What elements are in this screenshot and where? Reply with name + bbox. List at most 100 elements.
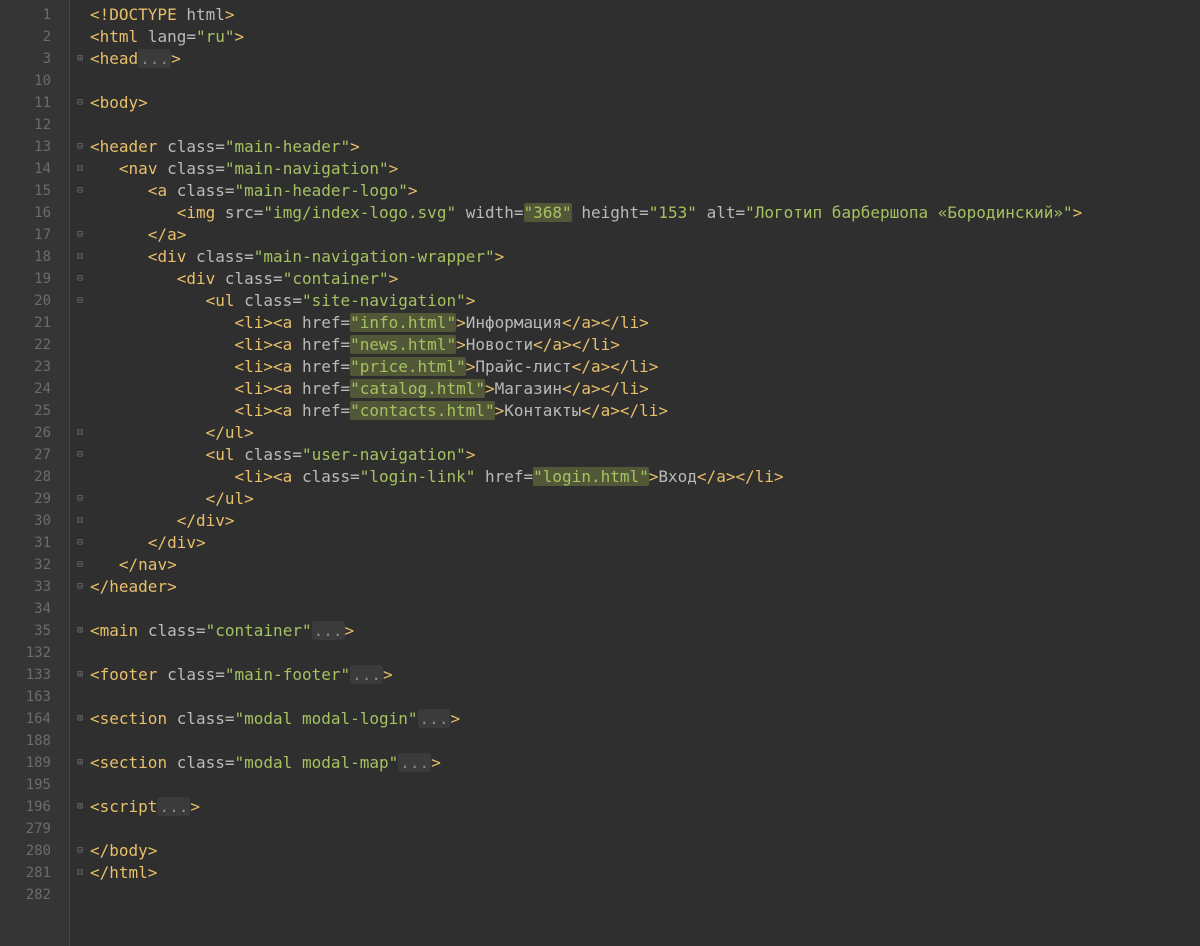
code-line[interactable]: <html lang="ru"> xyxy=(90,26,1200,48)
code-editor[interactable]: 1231011121314151617181920212223242526272… xyxy=(0,0,1200,946)
code-line[interactable]: <section class="modal modal-map"...> xyxy=(90,752,1200,774)
code-line[interactable]: <ul class="user-navigation"> xyxy=(90,444,1200,466)
code-line[interactable]: </header> xyxy=(90,576,1200,598)
token-a: href xyxy=(302,357,341,376)
line-number: 24 xyxy=(0,378,69,400)
fold-collapse-icon[interactable]: ⊟ xyxy=(70,422,90,444)
code-line[interactable]: <footer class="main-footer"...> xyxy=(90,664,1200,686)
code-line[interactable]: </nav> xyxy=(90,554,1200,576)
token-t: a xyxy=(283,379,302,398)
code-line[interactable] xyxy=(90,598,1200,620)
code-line[interactable]: </ul> xyxy=(90,488,1200,510)
fold-collapse-icon[interactable]: ⊟ xyxy=(70,92,90,114)
fold-collapse-icon[interactable]: ⊟ xyxy=(70,576,90,598)
fold-collapse-icon[interactable]: ⊟ xyxy=(70,840,90,862)
code-line[interactable] xyxy=(90,642,1200,664)
token-fold: ... xyxy=(312,621,345,640)
fold-collapse-icon[interactable]: ⊟ xyxy=(70,136,90,158)
code-line[interactable] xyxy=(90,884,1200,906)
code-line[interactable]: <li><a href="catalog.html">Магазин</a></… xyxy=(90,378,1200,400)
token-t: a xyxy=(283,313,302,332)
fold-empty xyxy=(70,400,90,422)
code-line[interactable]: </div> xyxy=(90,510,1200,532)
fold-collapse-icon[interactable]: ⊟ xyxy=(70,268,90,290)
code-line[interactable]: <img src="img/index-logo.svg" width="368… xyxy=(90,202,1200,224)
code-line[interactable]: <li><a href="news.html">Новости</a></li> xyxy=(90,334,1200,356)
fold-collapse-icon[interactable]: ⊟ xyxy=(70,158,90,180)
code-line[interactable]: </a> xyxy=(90,224,1200,246)
fold-collapse-icon[interactable]: ⊟ xyxy=(70,246,90,268)
token-p: > xyxy=(649,357,659,376)
code-line[interactable]: </ul> xyxy=(90,422,1200,444)
code-line[interactable]: <ul class="site-navigation"> xyxy=(90,290,1200,312)
code-area[interactable]: <!DOCTYPE html><html lang="ru"><head...>… xyxy=(90,0,1200,906)
code-line[interactable] xyxy=(90,70,1200,92)
token-sh: "price.html" xyxy=(350,357,466,376)
token-p: > xyxy=(408,181,418,200)
token-eq: = xyxy=(273,269,283,288)
code-line[interactable] xyxy=(90,730,1200,752)
fold-collapse-icon[interactable]: ⊟ xyxy=(70,444,90,466)
code-line[interactable]: <head...> xyxy=(90,48,1200,70)
code-line[interactable]: <main class="container"...> xyxy=(90,620,1200,642)
code-line[interactable] xyxy=(90,114,1200,136)
line-number: 11 xyxy=(0,92,69,114)
line-number: 280 xyxy=(0,840,69,862)
fold-collapse-icon[interactable]: ⊟ xyxy=(70,224,90,246)
line-number: 10 xyxy=(0,70,69,92)
token-t: li xyxy=(244,401,263,420)
fold-expand-icon[interactable]: ⊞ xyxy=(70,796,90,818)
code-line[interactable]: <li><a class="login-link" href="login.ht… xyxy=(90,466,1200,488)
code-line[interactable]: <div class="main-navigation-wrapper"> xyxy=(90,246,1200,268)
line-number: 13 xyxy=(0,136,69,158)
token-p: </ xyxy=(90,577,109,596)
fold-collapse-icon[interactable]: ⊟ xyxy=(70,862,90,884)
code-line[interactable]: <!DOCTYPE html> xyxy=(90,4,1200,26)
fold-collapse-icon[interactable]: ⊟ xyxy=(70,510,90,532)
fold-expand-icon[interactable]: ⊞ xyxy=(70,620,90,642)
token-t: a xyxy=(283,335,302,354)
line-number: 20 xyxy=(0,290,69,312)
token-t: html xyxy=(109,863,148,882)
fold-expand-icon[interactable]: ⊞ xyxy=(70,48,90,70)
fold-collapse-icon[interactable]: ⊟ xyxy=(70,180,90,202)
token-s: "main-header" xyxy=(225,137,350,156)
code-line[interactable]: </html> xyxy=(90,862,1200,884)
token-p: > xyxy=(225,511,235,530)
code-line[interactable] xyxy=(90,818,1200,840)
token-t: a xyxy=(283,467,302,486)
token-tx: Контакты xyxy=(504,401,581,420)
fold-column[interactable]: ⊞⊟⊟⊟⊟⊟⊟⊟⊟⊟⊟⊟⊟⊟⊟⊟⊞⊞⊞⊞⊞⊟⊟ xyxy=(70,0,90,946)
code-line[interactable]: <section class="modal modal-login"...> xyxy=(90,708,1200,730)
token-tx: Информация xyxy=(466,313,562,332)
code-line[interactable]: <li><a href="price.html">Прайс-лист</a><… xyxy=(90,356,1200,378)
code-line[interactable]: <script...> xyxy=(90,796,1200,818)
token-t: li xyxy=(244,467,263,486)
fold-expand-icon[interactable]: ⊞ xyxy=(70,752,90,774)
code-line[interactable]: <body> xyxy=(90,92,1200,114)
fold-collapse-icon[interactable]: ⊟ xyxy=(70,532,90,554)
code-line[interactable]: <nav class="main-navigation"> xyxy=(90,158,1200,180)
fold-collapse-icon[interactable]: ⊟ xyxy=(70,488,90,510)
code-line[interactable] xyxy=(90,686,1200,708)
token-a: class xyxy=(167,665,215,684)
fold-collapse-icon[interactable]: ⊟ xyxy=(70,554,90,576)
token-p: > xyxy=(485,379,495,398)
code-line[interactable]: </body> xyxy=(90,840,1200,862)
code-line[interactable]: <li><a href="info.html">Информация</a></… xyxy=(90,312,1200,334)
token-p: > xyxy=(383,665,393,684)
token-p: ></ xyxy=(591,379,620,398)
fold-expand-icon[interactable]: ⊞ xyxy=(70,664,90,686)
token-p: </ xyxy=(90,863,109,882)
fold-collapse-icon[interactable]: ⊟ xyxy=(70,290,90,312)
code-line[interactable] xyxy=(90,774,1200,796)
code-line[interactable]: <li><a href="contacts.html">Контакты</a>… xyxy=(90,400,1200,422)
token-t: div xyxy=(186,269,225,288)
code-line[interactable]: <a class="main-header-logo"> xyxy=(90,180,1200,202)
code-line[interactable]: </div> xyxy=(90,532,1200,554)
fold-expand-icon[interactable]: ⊞ xyxy=(70,708,90,730)
code-line[interactable]: <header class="main-header"> xyxy=(90,136,1200,158)
token-p: < xyxy=(235,335,245,354)
code-line[interactable]: <div class="container"> xyxy=(90,268,1200,290)
token-p: </ xyxy=(206,489,225,508)
